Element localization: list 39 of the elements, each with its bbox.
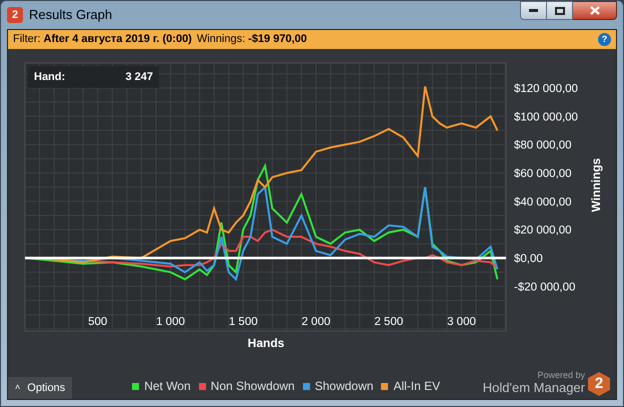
maximize-button[interactable] [547, 1, 573, 20]
x-tick-label: 2 500 [374, 316, 404, 328]
help-button[interactable]: ? [598, 33, 611, 46]
legend-label: Showdown [314, 378, 374, 395]
y-tick-label: $120 000,00 [514, 82, 578, 95]
x-tick-label: 2 000 [302, 316, 330, 328]
app-logo-icon: 2 [7, 7, 23, 23]
legend-label: Non Showdown [210, 378, 295, 395]
brand-logo-icon: 2 [588, 372, 610, 396]
y-tick-label: $0,00 [514, 253, 543, 265]
filter-label: Filter: [13, 32, 40, 48]
maximize-icon [554, 6, 564, 14]
minimize-icon [529, 9, 538, 12]
x-tick-label: 500 [88, 316, 108, 328]
legend-label: All-In EV [393, 378, 440, 395]
x-tick-label: 1 500 [228, 316, 258, 328]
options-button[interactable]: ˄ Options [8, 377, 72, 399]
y-tick-label: $40 000,00 [514, 196, 572, 208]
product-name: Hold'em Manager [482, 380, 585, 396]
tooltip-label: Hand: [34, 70, 66, 85]
powered-by-text: Powered by [537, 370, 585, 380]
close-button[interactable] [573, 1, 617, 20]
y-tick-label: $60 000,00 [514, 168, 572, 180]
winnings-value: -$19 970,00 [248, 32, 307, 48]
y-axis-title: Winnings [589, 158, 603, 212]
y-tick-label: $100 000,00 [514, 111, 578, 124]
y-tick-label: $80 000,00 [514, 140, 572, 152]
x-axis-title: Hands [248, 336, 284, 350]
y-tick-label: $20 000,00 [514, 224, 572, 237]
minimize-button[interactable] [520, 1, 547, 20]
winnings-label: Winnings: [196, 32, 246, 48]
legend-label: Net Won [144, 378, 191, 395]
y-tick-label: -$20 000,00 [514, 281, 576, 294]
close-icon [590, 6, 600, 15]
tooltip-value: 3 247 [125, 70, 153, 85]
window-title: Results Graph [29, 6, 112, 24]
x-tick-label: 3 000 [447, 316, 476, 328]
x-tick-label: 1 000 [156, 316, 185, 328]
filter-value: After 4 августа 2019 г. (0:00) [44, 32, 192, 48]
